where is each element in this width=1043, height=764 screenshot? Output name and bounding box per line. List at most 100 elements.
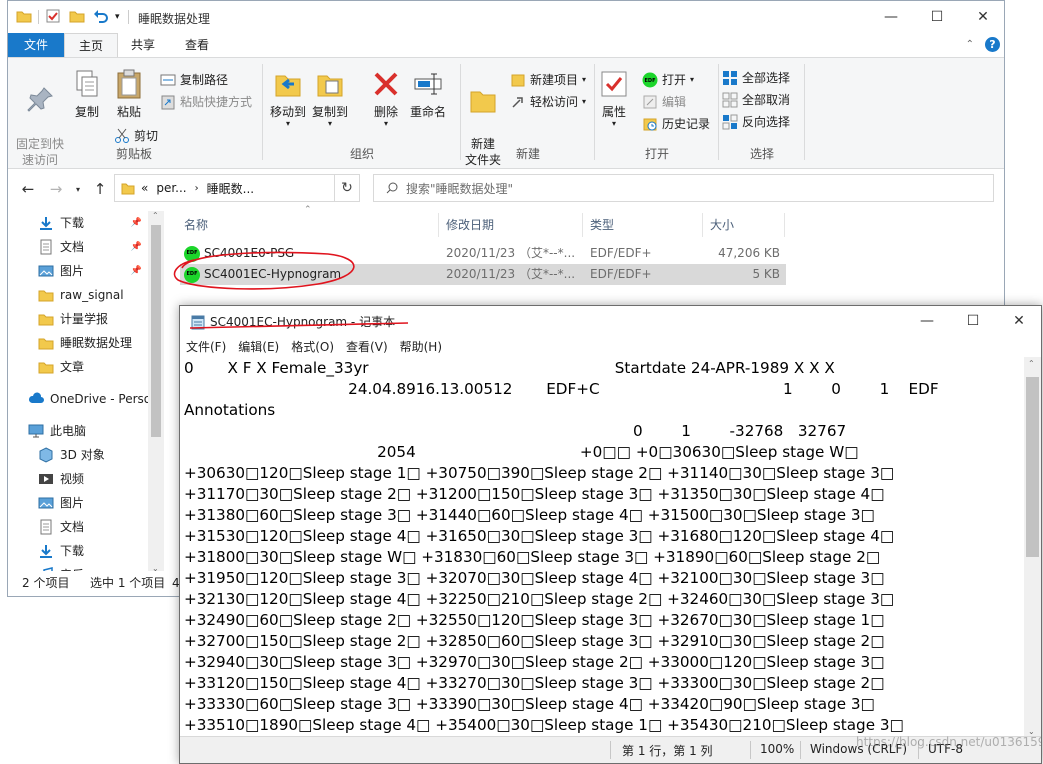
menu-view[interactable]: 查看(V) (340, 338, 394, 355)
select-none-button[interactable]: 全部取消 (722, 90, 790, 110)
copy-path-button[interactable]: 复制路径 (160, 70, 228, 90)
properties-icon[interactable] (45, 8, 61, 27)
help-icon[interactable]: ? (985, 37, 1000, 52)
tab-share[interactable]: 共享 (118, 33, 168, 57)
customize-dropdown-icon[interactable]: ▾ (115, 12, 120, 22)
sidebar-item[interactable]: 此电脑 (28, 419, 148, 443)
folder-icon (38, 311, 54, 327)
sidebar-item[interactable]: OneDrive - Perso (28, 387, 148, 411)
notepad-title: SC4001EC-Hypnogram - 记事本 (210, 315, 396, 329)
select-group-label: 选择 (749, 147, 774, 161)
easy-access-button[interactable]: 轻松访问 ▾ (510, 92, 586, 112)
refresh-icon[interactable]: ↻ (334, 174, 360, 202)
sidebar-item[interactable]: 下载 (38, 539, 148, 563)
cut-button[interactable]: 剪切 (114, 126, 158, 146)
new-folder-icon[interactable] (69, 8, 85, 27)
column-header-size[interactable]: 大小 (710, 213, 734, 237)
select-none-icon (722, 92, 738, 108)
item-count: 2 个项目 (22, 576, 70, 590)
breadcrumb-segment[interactable]: 睡眠数... (207, 180, 254, 197)
column-header-type[interactable]: 类型 (590, 213, 614, 237)
sidebar-item[interactable]: 文章 (38, 355, 148, 379)
notepad-vertical-scrollbar[interactable]: ⌃ ⌄ (1024, 357, 1041, 738)
properties-button[interactable]: 属性 ▾ (596, 68, 632, 128)
close-button[interactable]: ✕ (960, 1, 1004, 33)
undo-icon[interactable] (93, 8, 109, 27)
sidebar-item-label: 文档 (60, 520, 85, 534)
back-arrow-icon[interactable]: ← (18, 179, 38, 199)
invert-selection-button[interactable]: 反向选择 (722, 112, 790, 132)
tab-view[interactable]: 查看 (172, 33, 222, 57)
sidebar-item[interactable]: raw_signal (38, 283, 148, 307)
notepad-text-area[interactable]: 0 X F X Female_33yr Startdate 24-APR-198… (184, 358, 1024, 738)
notepad-scroll-thumb[interactable] (1026, 377, 1039, 557)
file-row[interactable]: EDF SC4001E0-PSG 2020/11/23 （艾*--*... EDF/E… (180, 243, 786, 264)
sidebar-item-label: 此电脑 (50, 424, 87, 438)
sidebar-item[interactable]: 图片 (38, 491, 148, 515)
breadcrumb-segment[interactable]: per... (156, 181, 186, 195)
menu-edit[interactable]: 编辑(E) (232, 338, 285, 355)
sidebar-item-label: 3D 对象 (60, 448, 105, 462)
sidebar-item[interactable]: 计量学报 (38, 307, 148, 331)
sidebar-item[interactable]: 视频 (38, 467, 148, 491)
select-group: 全部选择 全部取消 反向选择 选择 (720, 62, 804, 164)
paste-shortcut-button[interactable]: 粘贴快捷方式 (160, 92, 252, 112)
open-button[interactable]: EDF 打开 ▾ (642, 70, 694, 90)
menu-file[interactable]: 文件(F) (180, 338, 232, 355)
column-header-name[interactable]: 名称 (184, 213, 208, 237)
edit-button[interactable]: 编辑 (642, 92, 686, 112)
copy-to-button[interactable]: 复制到 ▾ (310, 68, 350, 128)
recent-locations-icon[interactable]: ▾ (68, 179, 88, 199)
notepad-close-button[interactable]: ✕ (996, 306, 1041, 336)
move-to-icon (272, 68, 304, 100)
sidebar-item[interactable]: 文档 (38, 515, 148, 539)
delete-button[interactable]: 删除 ▾ (368, 68, 404, 128)
file-row[interactable]: EDF SC4001EC-Hypnogram 2020/11/23 （艾*--*..… (180, 264, 786, 285)
folder-icon (38, 287, 54, 303)
column-header-date[interactable]: 修改日期 (446, 213, 494, 237)
file-size: 5 KB (752, 267, 780, 281)
navigation-pane-scrollbar[interactable]: ⌃ ⌄ (148, 211, 164, 573)
sidebar-item[interactable]: 下载 📌 (38, 211, 148, 235)
maximize-button[interactable]: ☐ (914, 1, 960, 33)
new-item-button[interactable]: 新建项目 ▾ (510, 70, 586, 90)
3d-objects-icon (38, 447, 54, 463)
sidebar-item[interactable]: 3D 对象 (38, 443, 148, 467)
menu-format[interactable]: 格式(O) (285, 338, 340, 355)
forward-arrow-icon[interactable]: → (46, 179, 66, 199)
sidebar-item[interactable]: 文档 📌 (38, 235, 148, 259)
sort-ascending-icon: ⌃ (304, 205, 312, 215)
edf-file-icon: EDF (184, 245, 200, 262)
ribbon: 固定到快 速访问 复制 粘贴 复制路径 粘贴快捷方式 剪切 剪贴板 移动到 ▾ … (8, 57, 1004, 169)
up-arrow-icon[interactable]: ↑ (90, 179, 110, 199)
select-all-button[interactable]: 全部选择 (722, 68, 790, 88)
notepad-maximize-button[interactable]: ☐ (950, 306, 996, 336)
sidebar-item[interactable]: 图片 📌 (38, 259, 148, 283)
notepad-minimize-button[interactable]: — (904, 306, 950, 336)
navigation-pane: 下载 📌 文档 📌 图片 📌 raw_signal 计量学报 睡眠数据处理 文章 OneDrive … (8, 209, 158, 582)
collapse-ribbon-icon[interactable]: ⌃ (966, 39, 974, 50)
minimize-button[interactable]: — (868, 1, 914, 33)
search-box[interactable]: 搜索"睡眠数据处理" (373, 174, 994, 202)
file-type: EDF/EDF+ (590, 246, 652, 260)
ribbon-tab-bar: 文件 主页 共享 查看 ⌃ ? (8, 33, 1004, 58)
properties-icon (598, 68, 630, 100)
address-overflow[interactable]: « (141, 181, 148, 195)
tab-file[interactable]: 文件 (8, 33, 64, 57)
copy-button[interactable]: 复制 (68, 68, 106, 120)
tab-home[interactable]: 主页 (64, 33, 118, 58)
menu-help[interactable]: 帮助(H) (394, 338, 448, 355)
address-bar[interactable]: « per... › 睡眠数... ▾ (114, 174, 360, 202)
copy-path-icon (160, 72, 176, 88)
navigation-pane-scroll-thumb[interactable] (151, 225, 161, 437)
paste-button[interactable]: 粘贴 (110, 68, 148, 120)
history-button[interactable]: 历史记录 (642, 114, 710, 134)
file-size: 47,206 KB (718, 246, 780, 260)
move-to-button[interactable]: 移动到 ▾ (268, 68, 308, 128)
organize-group-label: 组织 (349, 147, 374, 161)
file-type: EDF/EDF+ (590, 267, 652, 281)
clipboard-group-label: 剪贴板 (115, 147, 152, 161)
sidebar-item[interactable]: 睡眠数据处理 (38, 331, 148, 355)
rename-button[interactable]: 重命名 (406, 68, 450, 120)
new-group: 新建 文件夹 新建项目 ▾ 轻松访问 ▾ 新建 (462, 62, 594, 167)
